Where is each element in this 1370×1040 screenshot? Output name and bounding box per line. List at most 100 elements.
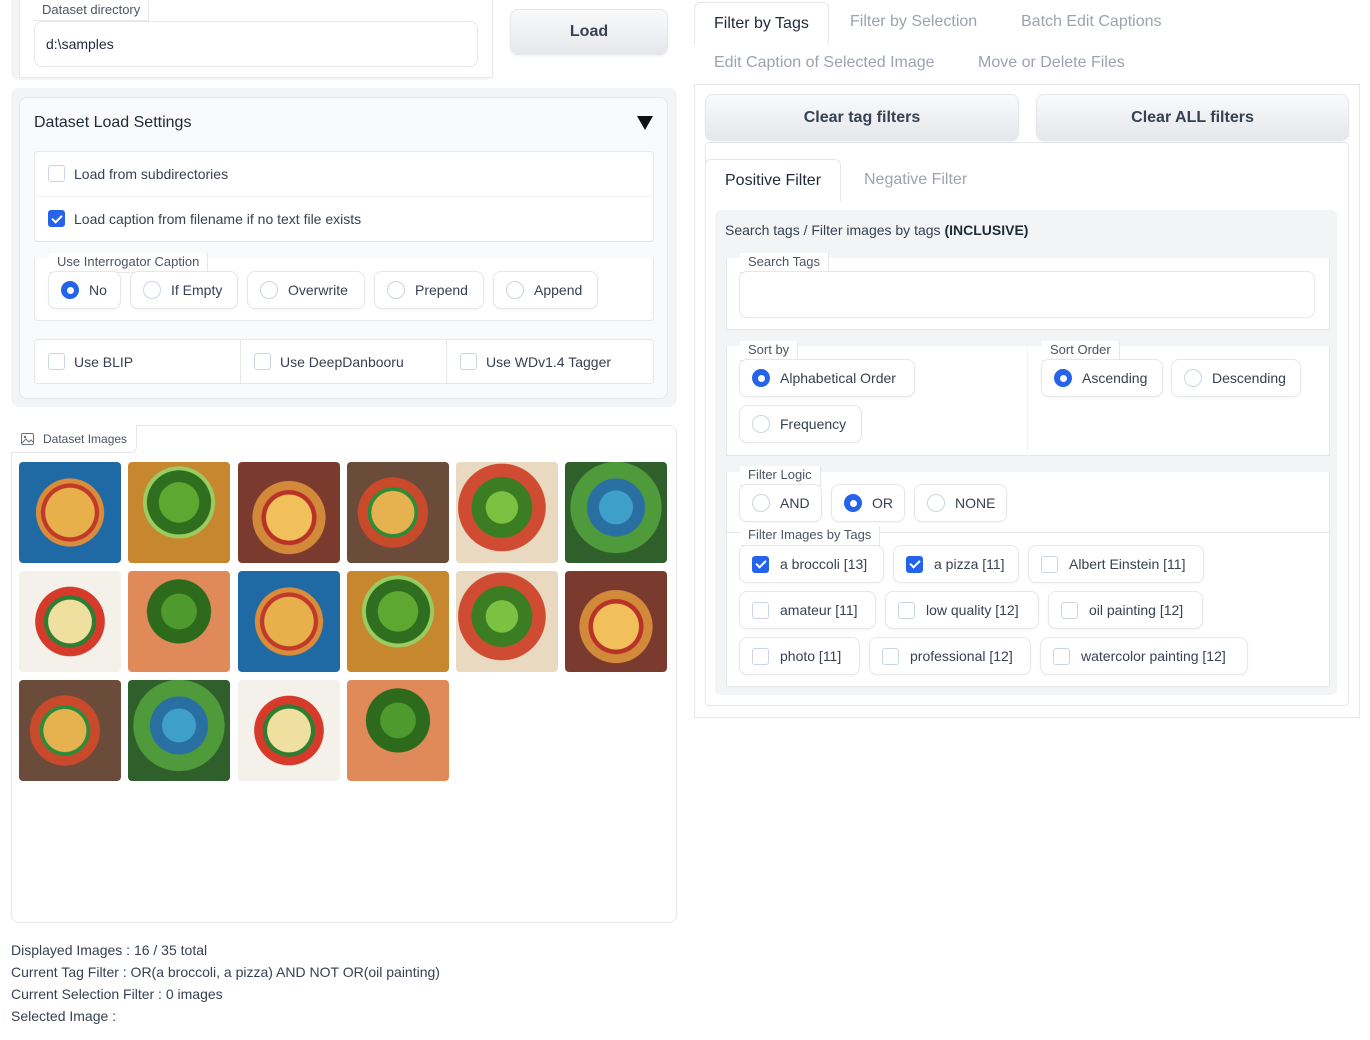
- caption-from-filename-checkbox[interactable]: Load caption from filename if no text fi…: [48, 210, 361, 227]
- tag-checkbox-label: photo [11]: [780, 648, 842, 664]
- dataset-directory-label: Dataset directory: [34, 1, 150, 21]
- subtab-negative-filter[interactable]: Negative Filter: [864, 160, 967, 200]
- gallery-thumbnail-broccoli[interactable]: [128, 680, 230, 781]
- use-blip-box[interactable]: [48, 353, 65, 370]
- gallery-thumbnail-pizza[interactable]: [19, 680, 121, 781]
- load-button[interactable]: Load: [510, 9, 668, 55]
- gallery-thumbnail-broccoli[interactable]: [128, 462, 230, 563]
- filter-logic-or[interactable]: OR: [831, 484, 905, 522]
- tab-filter-by-selection[interactable]: Filter by Selection: [850, 2, 977, 42]
- radio-selected-icon[interactable]: [61, 281, 79, 299]
- tag-filter-checkbox[interactable]: photo [11]: [739, 637, 860, 675]
- subtab-positive-filter[interactable]: Positive Filter: [705, 159, 842, 201]
- gallery-thumbnail-broccoli[interactable]: [347, 571, 449, 672]
- clear-all-filters-button[interactable]: Clear ALL filters: [1036, 94, 1349, 141]
- radio-icon[interactable]: [752, 415, 770, 433]
- clear-tag-filters-button[interactable]: Clear tag filters: [705, 94, 1019, 141]
- gallery-thumbnail-pizza[interactable]: [238, 571, 340, 672]
- sort-order-ascending[interactable]: Ascending: [1041, 359, 1163, 397]
- use-blip-label: Use BLIP: [74, 353, 134, 370]
- sort-by-alphabetical[interactable]: Alphabetical Order: [739, 359, 915, 397]
- sort-order-descending[interactable]: Descending: [1171, 359, 1301, 397]
- radio-selected-icon[interactable]: [844, 494, 862, 512]
- radio-icon[interactable]: [506, 281, 524, 299]
- caption-from-filename-box[interactable]: [48, 210, 65, 227]
- gallery-label-badge: Dataset Images: [11, 425, 137, 453]
- filter-logic-and[interactable]: AND: [739, 484, 822, 522]
- radio-icon[interactable]: [260, 281, 278, 299]
- use-deepdanbooru-box[interactable]: [254, 353, 271, 370]
- use-wd-tagger-checkbox[interactable]: Use WDv1.4 Tagger: [460, 353, 611, 370]
- sort-by-frequency[interactable]: Frequency: [739, 405, 862, 443]
- radio-icon[interactable]: [752, 494, 770, 512]
- tag-checkbox-box[interactable]: [752, 555, 769, 573]
- displayed-images-status: Displayed Images : 16 / 35 total: [11, 942, 208, 958]
- gallery-thumbnail-pizza[interactable]: [238, 680, 340, 781]
- tag-filter-checkbox[interactable]: amateur [11]: [739, 591, 876, 629]
- tag-checkbox-box[interactable]: [752, 647, 769, 665]
- use-wd-tagger-box[interactable]: [460, 353, 477, 370]
- tag-checkbox-label: watercolor painting [12]: [1081, 648, 1226, 664]
- gallery-thumbnail-broccoli[interactable]: [347, 680, 449, 781]
- load-subdirectories-checkbox[interactable]: Load from subdirectories: [48, 165, 228, 182]
- filter-logic-none[interactable]: NONE: [914, 484, 1007, 522]
- load-subdirectories-box[interactable]: [48, 165, 65, 182]
- tag-checkbox-box[interactable]: [898, 601, 915, 619]
- gallery-thumbnail-broccoli[interactable]: [456, 462, 558, 563]
- tag-filter-checkbox[interactable]: Albert Einstein [11]: [1028, 545, 1204, 583]
- radio-icon[interactable]: [143, 281, 161, 299]
- tag-checkbox-box[interactable]: [882, 647, 899, 665]
- gallery-thumbnail-pizza[interactable]: [238, 462, 340, 563]
- gallery-thumbnail-broccoli[interactable]: [565, 462, 667, 563]
- gallery-thumbnail-broccoli[interactable]: [128, 571, 230, 672]
- radio-selected-icon[interactable]: [752, 369, 770, 387]
- tag-filter-checkbox[interactable]: watercolor painting [12]: [1040, 637, 1248, 675]
- tag-checkbox-box[interactable]: [906, 555, 923, 573]
- checkbox-divider: [35, 196, 653, 197]
- tab-batch-edit-captions[interactable]: Batch Edit Captions: [1021, 2, 1162, 42]
- tag-checkbox-label: a pizza [11]: [934, 556, 1005, 572]
- sort-by-option-label: Alphabetical Order: [780, 370, 896, 386]
- interrogator-option-prepend[interactable]: Prepend: [374, 271, 484, 309]
- tag-checkbox-label: professional [12]: [910, 648, 1013, 664]
- radio-icon[interactable]: [1184, 369, 1202, 387]
- interrogator-option-overwrite[interactable]: Overwrite: [247, 271, 365, 309]
- interrogator-label: Use Interrogator Caption: [49, 253, 209, 273]
- gallery-thumbnail-pizza[interactable]: [19, 571, 121, 672]
- tag-checkbox-label: amateur [11]: [780, 602, 858, 618]
- gallery-thumbnail-broccoli[interactable]: [456, 571, 558, 672]
- tag-filter-checkbox[interactable]: a pizza [11]: [893, 545, 1019, 583]
- tab-move-delete-files[interactable]: Move or Delete Files: [978, 43, 1125, 83]
- gallery-thumbnail-pizza[interactable]: [19, 462, 121, 563]
- tag-filter-checkbox[interactable]: low quality [12]: [885, 591, 1039, 629]
- use-blip-checkbox[interactable]: Use BLIP: [48, 353, 133, 370]
- use-deepdanbooru-checkbox[interactable]: Use DeepDanbooru: [254, 353, 404, 370]
- tab-edit-caption[interactable]: Edit Caption of Selected Image: [714, 43, 935, 83]
- interrogator-option-label: Prepend: [415, 282, 468, 298]
- dataset-load-settings-title[interactable]: Dataset Load Settings: [34, 114, 191, 132]
- search-tags-input[interactable]: [739, 271, 1315, 318]
- tag-checkbox-box[interactable]: [1053, 647, 1070, 665]
- interrogator-option-no[interactable]: No: [48, 271, 121, 309]
- gallery-thumbnail-pizza[interactable]: [565, 571, 667, 672]
- filter-logic-option-label: OR: [872, 495, 893, 511]
- radio-icon[interactable]: [927, 494, 945, 512]
- tag-filter-status: Current Tag Filter : OR(a broccoli, a pi…: [11, 964, 440, 980]
- tag-filter-checkbox[interactable]: a broccoli [13]: [739, 545, 884, 583]
- interrogator-option-label: If Empty: [171, 282, 223, 298]
- sort-order-option-label: Ascending: [1082, 370, 1148, 386]
- gallery-thumbnail-pizza[interactable]: [347, 462, 449, 563]
- tab-filter-by-tags[interactable]: Filter by Tags: [694, 2, 829, 44]
- tag-checkbox-box[interactable]: [752, 601, 769, 619]
- radio-icon[interactable]: [387, 281, 405, 299]
- tag-filter-checkbox[interactable]: professional [12]: [869, 637, 1031, 675]
- radio-selected-icon[interactable]: [1054, 369, 1072, 387]
- collapse-triangle-icon[interactable]: [637, 116, 653, 131]
- tag-checkbox-box[interactable]: [1061, 601, 1078, 619]
- interrogator-option-append[interactable]: Append: [493, 271, 598, 309]
- interrogator-option-if-empty[interactable]: If Empty: [130, 271, 238, 309]
- tagger-divider: [240, 340, 241, 383]
- dataset-directory-input[interactable]: d:\samples: [34, 21, 478, 67]
- tag-checkbox-box[interactable]: [1041, 555, 1058, 573]
- tag-filter-checkbox[interactable]: oil painting [12]: [1048, 591, 1203, 629]
